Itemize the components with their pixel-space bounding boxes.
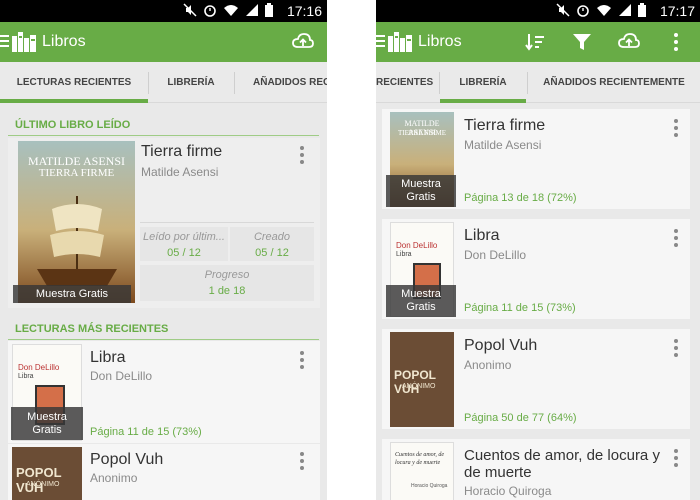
tab-recently-added[interactable]: AÑADIDOS RECI bbox=[235, 62, 327, 103]
filter-icon[interactable] bbox=[571, 31, 593, 53]
app-title: Libros bbox=[418, 33, 462, 50]
signal-icon bbox=[246, 4, 258, 16]
overflow-menu-icon[interactable] bbox=[674, 33, 678, 54]
more-options-icon[interactable] bbox=[674, 119, 678, 140]
ship-illustration bbox=[37, 196, 117, 286]
free-sample-badge: Muestra Gratis bbox=[11, 407, 83, 440]
book-title: Tierra firme bbox=[464, 117, 546, 134]
free-sample-badge: Muestra Gratis bbox=[13, 285, 131, 303]
book-progress: Página 11 de 15 (73%) bbox=[90, 426, 202, 438]
cloud-upload-icon[interactable] bbox=[618, 31, 640, 53]
section-recent-readings: LECTURAS MÁS RECIENTES bbox=[15, 323, 169, 335]
tab-recent-readings[interactable]: LECTURAS RECIENTES bbox=[0, 62, 148, 103]
free-sample-badge: Muestra Gratis bbox=[386, 285, 456, 317]
book-title: Libra bbox=[90, 349, 126, 366]
signal-icon bbox=[619, 4, 631, 16]
free-sample-badge: Muestra Gratis bbox=[386, 175, 456, 207]
book-cover-tierra-firme: MATILDE ASENSI TIERRA FIRME bbox=[18, 141, 135, 303]
created-stat: Creado 05 / 12 bbox=[230, 227, 314, 261]
app-bar: Libros bbox=[376, 22, 700, 62]
tab-recent-readings[interactable]: RECIENTES bbox=[376, 62, 440, 103]
cloud-upload-icon[interactable] bbox=[292, 31, 314, 53]
alarm-icon bbox=[577, 5, 589, 17]
list-item[interactable]: MATILDE ASENSI TIERRA FIRME Muestra Grat… bbox=[382, 109, 690, 209]
book-cover-popol-vuh: POPOL VUH ANÓNIMO bbox=[12, 447, 82, 500]
last-book-card[interactable]: MATILDE ASENSI TIERRA FIRME Muestra Grat… bbox=[8, 138, 320, 308]
mute-icon bbox=[556, 3, 570, 17]
tab-library[interactable]: LIBRERÍA bbox=[149, 62, 233, 103]
last-read-stat: Leído por últim... 05 / 12 bbox=[140, 227, 228, 261]
status-bar: 17:16 bbox=[0, 0, 327, 22]
progress-stat: Progreso 1 de 18 bbox=[140, 265, 314, 301]
list-item[interactable]: Don DeLillo Libra Muestra Gratis Libra D… bbox=[382, 219, 690, 319]
more-options-icon[interactable] bbox=[300, 351, 304, 372]
phone-screen-left: 17:16 Libros LECTURAS RECIENTES LIBRERÍA… bbox=[0, 0, 327, 500]
app-title: Libros bbox=[42, 33, 86, 50]
tab-bar: RECIENTES LIBRERÍA AÑADIDOS RECIENTEMENT… bbox=[376, 62, 700, 103]
menu-icon[interactable] bbox=[376, 35, 385, 50]
list-item[interactable]: Don DeLillo Libra Muestra Gratis Libra D… bbox=[8, 341, 320, 443]
tab-recently-added[interactable]: AÑADIDOS RECIENTEMENTE bbox=[528, 62, 700, 103]
battery-icon bbox=[265, 3, 273, 17]
book-author: Don DeLillo bbox=[464, 248, 527, 262]
status-bar: 17:17 bbox=[376, 0, 700, 22]
tab-bar: LECTURAS RECIENTES LIBRERÍA AÑADIDOS REC… bbox=[0, 62, 327, 103]
book-cover-cuentos: Cuentos de amor, de locura y de muerte H… bbox=[390, 442, 454, 500]
wifi-icon bbox=[597, 5, 611, 16]
books-logo-icon[interactable] bbox=[12, 32, 38, 52]
book-author: Matilde Asensi bbox=[464, 138, 542, 152]
list-item[interactable]: POPOL VUH ANÓNIMO Popol Vuh Anonimo bbox=[8, 444, 320, 500]
book-cover-popol-vuh: POPOL VUH ANÓNIMO bbox=[390, 332, 454, 427]
battery-icon bbox=[638, 3, 646, 17]
more-options-icon[interactable] bbox=[674, 229, 678, 250]
wifi-icon bbox=[224, 5, 238, 16]
book-title: Libra bbox=[464, 227, 500, 244]
more-options-icon[interactable] bbox=[674, 339, 678, 360]
tab-library[interactable]: LIBRERÍA bbox=[440, 62, 526, 103]
clock: 17:16 bbox=[286, 3, 322, 19]
book-author: Anonimo bbox=[90, 471, 138, 485]
menu-icon[interactable] bbox=[0, 35, 9, 50]
book-author: Horacio Quiroga bbox=[464, 484, 552, 498]
list-item[interactable]: Cuentos de amor, de locura y de muerte H… bbox=[382, 439, 690, 500]
book-title: Tierra firme bbox=[141, 143, 223, 160]
sort-icon[interactable] bbox=[524, 31, 546, 53]
book-author: Matilde Asensi bbox=[141, 165, 219, 179]
list-item[interactable]: POPOL VUH ANÓNIMO Popol Vuh Anonimo Pági… bbox=[382, 329, 690, 429]
book-title: Popol Vuh bbox=[90, 451, 164, 468]
book-progress: Página 50 de 77 (64%) bbox=[464, 412, 577, 424]
book-title: Cuentos de amor, de locura y de muerte bbox=[464, 447, 660, 481]
clock: 17:17 bbox=[659, 3, 695, 19]
alarm-icon bbox=[204, 5, 216, 17]
book-author: Anonimo bbox=[464, 358, 512, 372]
book-title: Popol Vuh bbox=[464, 337, 538, 354]
book-progress: Página 11 de 15 (73%) bbox=[464, 302, 576, 314]
books-logo-icon[interactable] bbox=[388, 32, 414, 52]
more-options-icon[interactable] bbox=[300, 452, 304, 473]
app-bar: Libros bbox=[0, 22, 327, 62]
more-options-icon[interactable] bbox=[300, 146, 304, 167]
phone-screen-right: 17:17 Libros RECIENTES LIBRERÍA AÑADIDOS… bbox=[376, 0, 700, 500]
book-progress: Página 13 de 18 (72%) bbox=[464, 192, 577, 204]
book-author: Don DeLillo bbox=[90, 369, 153, 383]
section-last-read: ÚLTIMO LIBRO LEÍDO bbox=[15, 119, 131, 131]
more-options-icon[interactable] bbox=[674, 449, 678, 470]
mute-icon bbox=[183, 3, 197, 17]
